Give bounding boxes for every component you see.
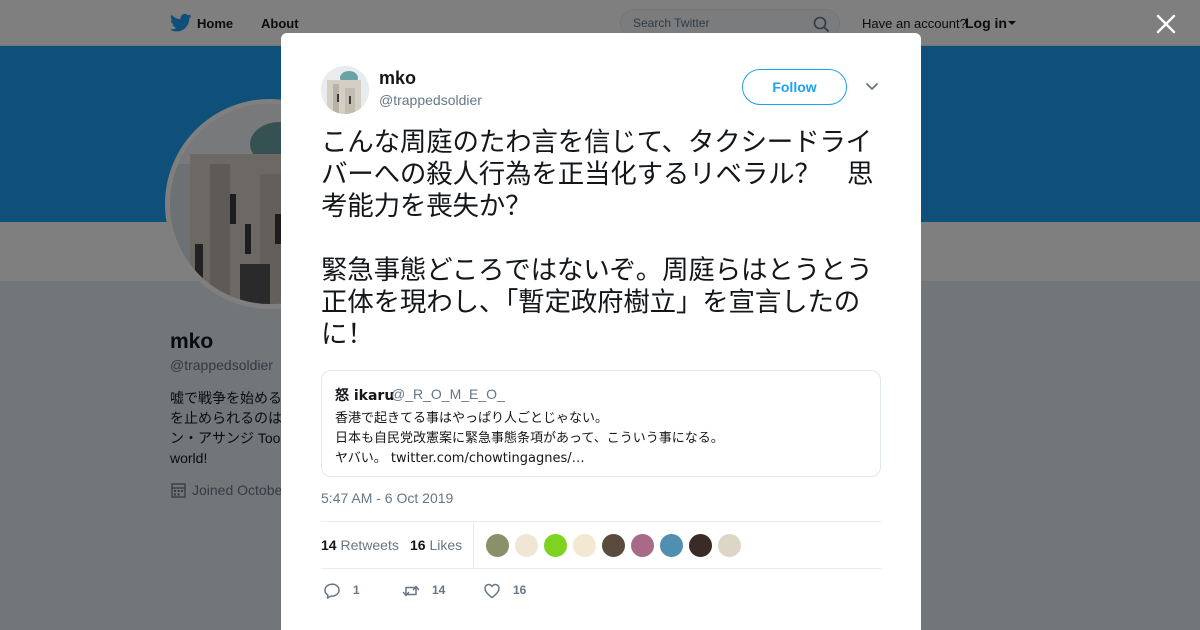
liker-avatar[interactable] [514, 533, 539, 558]
reply-icon [324, 583, 340, 599]
quoted-text-line: 香港で起きてる事はやっぱり人ごとじゃない。 [335, 411, 609, 426]
chevron-down-icon[interactable] [865, 82, 879, 92]
likes-label: Likes [429, 537, 463, 553]
liker-avatar[interactable] [572, 533, 597, 558]
retweet-icon [402, 585, 420, 597]
liker-avatar[interactable] [659, 533, 684, 558]
tweet-paragraph: こんな周庭のたわ言を信じて、タクシードライバーへの殺人行為を正当化するリベラル？… [321, 127, 874, 222]
likes-stat[interactable]: 16 Likes [410, 537, 462, 553]
quoted-author-name: 怒 ikaru [335, 388, 395, 404]
liker-avatar[interactable] [717, 533, 742, 558]
quoted-text-line: 日本も自民党改憲案に緊急事態条項があって、こういう事になる。 [335, 431, 724, 446]
tweet-paragraph: 緊急事態どころではないぞ。周庭らはとうとう正体を現わし、「暫定政府樹立」を宣言し… [321, 255, 873, 350]
follow-button[interactable]: Follow [742, 69, 847, 105]
quoted-link[interactable]: twitter.com/chowtingagnes/… [391, 451, 585, 466]
author-avatar[interactable] [321, 66, 369, 114]
liker-avatar[interactable] [543, 533, 568, 558]
author-name[interactable]: mko [379, 68, 416, 89]
liker-avatar[interactable] [630, 533, 655, 558]
tweet-modal: mko @trappedsoldier Follow こんな周庭のたわ言を信じて… [281, 33, 921, 630]
quoted-tweet[interactable]: 怒 ikaru @_R_O_M_E_O_ 香港で起きてる事はやっぱり人ごとじゃな… [321, 370, 881, 477]
close-icon[interactable] [1154, 12, 1178, 36]
retweets-label: Retweets [340, 537, 399, 553]
liker-avatar[interactable] [688, 533, 713, 558]
liker-avatar[interactable] [601, 533, 626, 558]
liker-avatar[interactable] [485, 533, 510, 558]
quoted-text-prefix: ヤバい。 [335, 451, 391, 466]
tweet-text: こんな周庭のたわ言を信じて、タクシードライバーへの殺人行為を正当化するリベラル？… [321, 127, 887, 351]
retweets-count: 14 [321, 537, 337, 553]
tweet-timestamp[interactable]: 5:47 AM - 6 Oct 2019 [321, 490, 453, 506]
quoted-text-line: ヤバい。 twitter.com/chowtingagnes/… [335, 447, 585, 466]
quoted-author-handle: @_R_O_M_E_O_ [391, 386, 505, 402]
author-avatar-image [321, 66, 369, 114]
tweet-stats: 14 Retweets 16 Likes [321, 521, 881, 569]
stats-divider [473, 522, 474, 569]
like-count: 16 [513, 583, 527, 597]
retweets-stat[interactable]: 14 Retweets [321, 537, 399, 553]
retweet-count: 14 [432, 583, 446, 597]
likes-count: 16 [410, 537, 426, 553]
heart-icon [484, 583, 500, 599]
reply-count: 1 [353, 583, 360, 597]
author-handle[interactable]: @trappedsoldier [379, 92, 482, 108]
